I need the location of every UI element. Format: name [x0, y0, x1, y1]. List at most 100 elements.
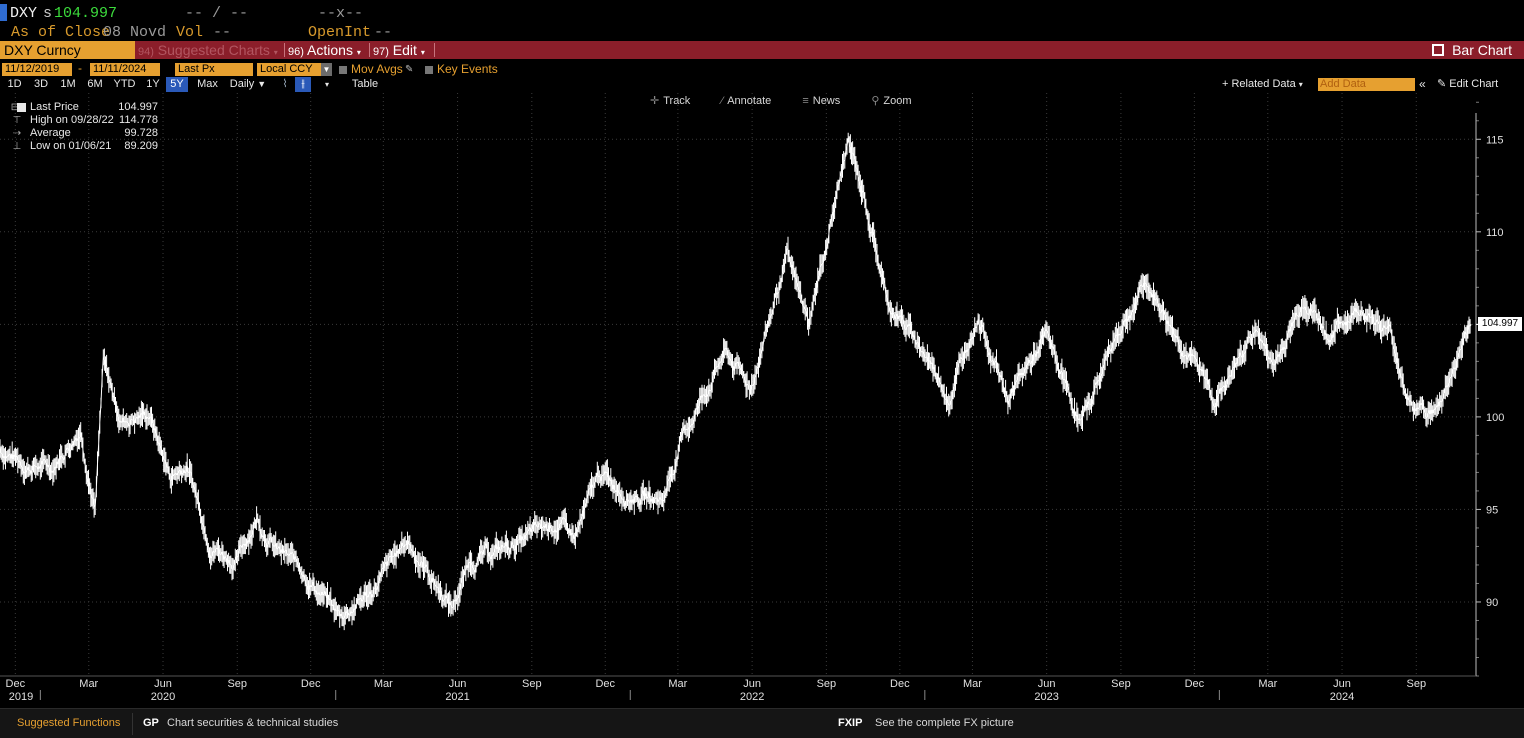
bar-chart-label: Bar Chart [1452, 42, 1512, 58]
legend-low: ⊥ Low on 01/06/21 89.209 [6, 140, 158, 153]
quote-header: DXY s 104.997 -- / -- --x-- As of Close … [0, 0, 1524, 41]
legend-high: ⊤ High on 09/28/22 114.778 [6, 114, 158, 127]
date-separator: - [78, 61, 82, 75]
suggested-functions-label: Suggested Functions [17, 717, 121, 729]
chart-parameters: 11/12/2019 - 11/11/2024 Last Px Local CC… [0, 61, 1524, 77]
actions-label: Actions [307, 42, 353, 58]
track-tool[interactable]: ✛ Track [650, 95, 704, 107]
legend-average: ⇢ Average 99.728 [6, 127, 158, 140]
volume-value: -- [213, 24, 232, 41]
period-3d[interactable]: 3D [29, 77, 53, 92]
range-value: --x-- [318, 5, 364, 22]
period-1d[interactable]: 1D [4, 77, 25, 92]
zoom-label: Zoom [883, 95, 912, 107]
start-date-field[interactable]: 11/12/2019 [2, 63, 72, 76]
suggested-charts-label: Suggested Charts [157, 42, 270, 58]
period-bar: 1D 3D 1M 6M YTD 1Y 5Y Max Daily ▼ ⌇ ⫲ ▾ … [0, 77, 1524, 93]
edit-chart-label: Edit Chart [1449, 78, 1499, 90]
period-5y[interactable]: 5Y [166, 77, 188, 92]
year-label: 2019 [9, 691, 33, 703]
x-tick-label: Dec [6, 678, 26, 690]
legend-value: 104.997 [118, 101, 158, 113]
annotate-icon: ⁄ [721, 95, 724, 107]
as-of-value: 08 Novd [103, 24, 167, 41]
year-label: 2024 [1330, 691, 1354, 703]
edit-chart-button[interactable]: ✎ Edit Chart [1437, 77, 1498, 92]
x-tick-label: Mar [1258, 678, 1277, 690]
y-tick-label: 110 [1486, 227, 1504, 239]
legend-value: 99.728 [124, 127, 158, 139]
legend-last-price[interactable]: ⊟ Last Price 104.997 [6, 101, 158, 114]
caret-down-icon: ▾ [356, 48, 361, 57]
chart-legend: ⊟ Last Price 104.997 ⊤ High on 09/28/22 … [6, 101, 158, 153]
last-price: 104.997 [54, 5, 118, 22]
divider [284, 43, 285, 57]
open-interest-label: OpenInt [308, 24, 372, 41]
security-input[interactable]: DXY Curncy [0, 41, 135, 59]
x-tick-label: Mar [668, 678, 687, 690]
chevron-down-icon[interactable]: ▼ [321, 63, 332, 76]
x-tick-label: Jun [449, 678, 467, 690]
external-link-icon [1432, 44, 1445, 56]
key-events-checkbox[interactable] [425, 66, 433, 74]
currency-select[interactable]: Local CCY [257, 63, 321, 76]
line-chart-icon[interactable]: ⌇ [276, 77, 294, 92]
end-date-field[interactable]: 11/11/2024 [90, 63, 160, 76]
period-1y[interactable]: 1Y [142, 77, 164, 92]
volume-label: Vol [176, 24, 204, 41]
suggested-charts-menu[interactable]: 94) Suggested Charts ▾ [138, 41, 278, 59]
frequency-select[interactable]: Daily ▼ [226, 77, 270, 92]
related-data-button[interactable]: + Related Data ▾ [1222, 77, 1303, 92]
field-select[interactable]: Last Px [175, 63, 253, 76]
actions-menu[interactable]: 96) Actions ▾ [288, 41, 361, 59]
frequency-label: Daily [229, 78, 255, 90]
legend-label: High on 09/28/22 [30, 114, 114, 126]
y-tick-label: 95 [1486, 504, 1498, 516]
period-6m[interactable]: 6M [83, 77, 107, 92]
change-value: -- / -- [185, 5, 249, 22]
legend-value: 114.778 [119, 114, 158, 126]
fxip-function-link[interactable]: FXIP [838, 717, 862, 729]
collapse-icon[interactable]: « [1419, 77, 1426, 92]
gp-function-link[interactable]: GP [143, 717, 159, 729]
pencil-icon[interactable]: ✎ [405, 63, 413, 76]
zoom-tool[interactable]: ⚲ Zoom [871, 95, 925, 107]
news-icon: ≡ [802, 95, 809, 107]
bar-chart-button[interactable]: Bar Chart [1432, 41, 1512, 59]
edit-menu[interactable]: 97) Edit ▾ [373, 41, 425, 59]
divider [369, 43, 370, 57]
legend-value: 89.209 [124, 140, 158, 152]
annotate-tool[interactable]: ⁄ Annotate [721, 95, 785, 107]
x-tick-label: Jun [743, 678, 761, 690]
edit-number: 97) [373, 46, 389, 58]
gp-function-description[interactable]: Chart securities & technical studies [167, 717, 338, 729]
price-chart[interactable]: 90 95 100 110 115 Dec Mar Jun Sep Dec Mar Jun Sep Dec… [0, 93, 1524, 707]
caret-down-icon[interactable]: ▾ [318, 77, 336, 92]
year-label: 2021 [445, 691, 469, 703]
legend-label: Low on 01/06/21 [30, 140, 112, 152]
caret-down-icon: ▼ [257, 79, 267, 89]
suggested-charts-number: 94) [138, 46, 154, 58]
pencil-icon: ✎ [1437, 78, 1447, 90]
fxip-function-description[interactable]: See the complete FX picture [875, 717, 1014, 729]
period-1m[interactable]: 1M [56, 77, 80, 92]
period-max[interactable]: Max [193, 77, 222, 92]
actions-number: 96) [288, 46, 304, 58]
table-button[interactable]: Table [346, 77, 384, 92]
zoom-icon: ⚲ [871, 95, 880, 107]
source-flag: s [43, 5, 53, 22]
add-data-input[interactable]: Add Data [1318, 78, 1415, 91]
x-tick-label: Mar [374, 678, 393, 690]
crosshair-icon: ✛ [650, 95, 660, 107]
candle-chart-icon[interactable]: ⫲ [295, 77, 311, 92]
divider [132, 713, 133, 735]
edit-label: Edit [392, 42, 417, 58]
year-label: 2020 [151, 691, 175, 703]
x-tick-label: Mar [963, 678, 982, 690]
period-ytd[interactable]: YTD [110, 77, 139, 92]
x-tick-label: Jun [154, 678, 172, 690]
news-tool[interactable]: ≡ News [802, 95, 854, 107]
ticker: DXY [10, 5, 38, 22]
x-tick-label: Dec [301, 678, 321, 690]
mov-avgs-checkbox[interactable] [339, 66, 347, 74]
